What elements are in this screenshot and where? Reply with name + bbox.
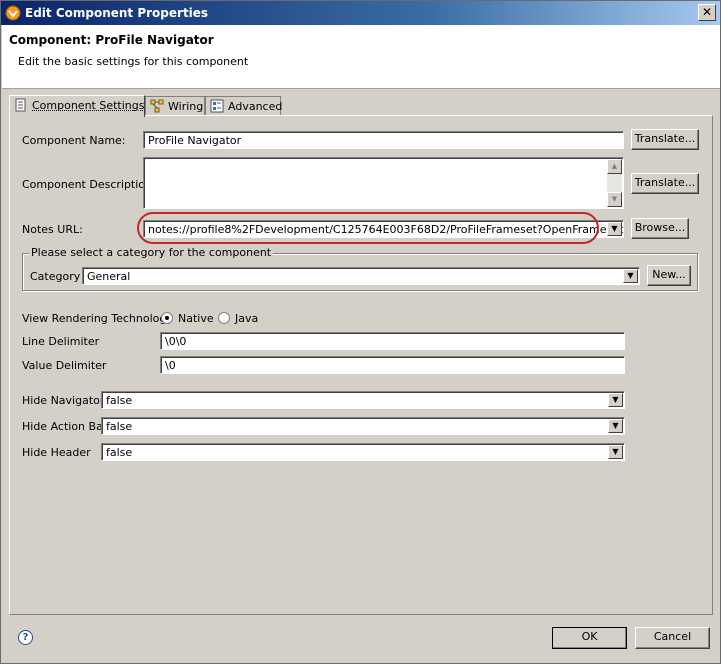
- tab-label: Advanced: [228, 100, 283, 113]
- component-name-field[interactable]: ProFile Navigator: [143, 131, 624, 149]
- description-scrollbar[interactable]: ▲ ▼: [607, 159, 622, 207]
- red-highlight-annotation: [137, 212, 599, 244]
- dialog-header: Component: ProFile Navigator Edit the ba…: [2, 25, 720, 89]
- line-delimiter-field[interactable]: \0\0: [160, 332, 625, 350]
- component-name-label: Component Name:: [22, 134, 126, 147]
- line-delimiter-label: Line Delimiter: [22, 335, 100, 348]
- scroll-down-icon[interactable]: ▼: [607, 192, 622, 207]
- browse-button[interactable]: Browse...: [631, 218, 689, 239]
- wiring-icon: [150, 99, 164, 113]
- tab-wiring[interactable]: Wiring: [145, 96, 205, 116]
- tab-component-settings[interactable]: Component Settings: [9, 95, 145, 117]
- translate-name-button[interactable]: Translate...: [631, 129, 699, 150]
- category-value: General: [87, 270, 131, 283]
- hide-navigator-value: false: [106, 394, 133, 407]
- component-description-label: Component Description:: [22, 178, 156, 191]
- new-category-button[interactable]: New...: [647, 265, 691, 286]
- hide-header-label: Hide Header: [22, 446, 91, 459]
- hide-action-bar-value: false: [106, 420, 133, 433]
- cancel-button[interactable]: Cancel: [635, 627, 710, 649]
- tab-advanced[interactable]: Advanced: [205, 96, 283, 116]
- category-label: Category: [30, 270, 81, 283]
- value-delimiter-field[interactable]: \0: [160, 356, 625, 374]
- hide-header-value: false: [106, 446, 133, 459]
- radio-java-label: Java: [235, 312, 259, 325]
- translate-description-button[interactable]: Translate...: [631, 173, 699, 194]
- window-title: Edit Component Properties: [25, 6, 209, 20]
- hide-header-combo[interactable]: false ▼: [101, 443, 625, 461]
- view-rendering-label: View Rendering Technology: [22, 312, 173, 325]
- close-button[interactable]: ✕: [698, 4, 716, 21]
- chevron-down-icon[interactable]: ▼: [608, 419, 623, 433]
- hide-action-bar-label: Hide Action Bar: [22, 420, 108, 433]
- hide-navigator-label: Hide Navigator: [22, 394, 105, 407]
- category-group-title: Please select a category for the compone…: [29, 246, 274, 259]
- chevron-down-icon[interactable]: ▼: [623, 269, 638, 283]
- advanced-icon: [210, 99, 224, 113]
- chevron-down-icon[interactable]: ▼: [607, 222, 622, 236]
- component-description-field[interactable]: ▲ ▼: [143, 157, 624, 209]
- dialog-window: Edit Component Properties ✕ Component: P…: [0, 0, 721, 664]
- radio-java[interactable]: [218, 312, 230, 324]
- help-icon[interactable]: ?: [18, 630, 33, 645]
- category-combo[interactable]: General ▼: [82, 267, 640, 285]
- chevron-down-icon[interactable]: ▼: [608, 393, 623, 407]
- radio-native[interactable]: [161, 312, 173, 324]
- chevron-down-icon[interactable]: ▼: [608, 445, 623, 459]
- tab-label: Wiring: [168, 100, 204, 113]
- app-icon: [5, 5, 21, 21]
- hide-action-bar-combo[interactable]: false ▼: [101, 417, 625, 435]
- radio-native-label: Native: [178, 312, 214, 325]
- ok-button[interactable]: OK: [552, 627, 627, 649]
- value-delimiter-label: Value Delimiter: [22, 359, 107, 372]
- notes-url-label: Notes URL:: [22, 223, 83, 236]
- tab-label: Component Settings: [32, 99, 145, 112]
- settings-doc-icon: [15, 98, 26, 112]
- header-description: Edit the basic settings for this compone…: [18, 55, 249, 68]
- title-bar: Edit Component Properties ✕: [1, 1, 720, 25]
- header-title: Component: ProFile Navigator: [9, 33, 214, 47]
- hide-navigator-combo[interactable]: false ▼: [101, 391, 625, 409]
- scroll-up-icon[interactable]: ▲: [607, 159, 622, 174]
